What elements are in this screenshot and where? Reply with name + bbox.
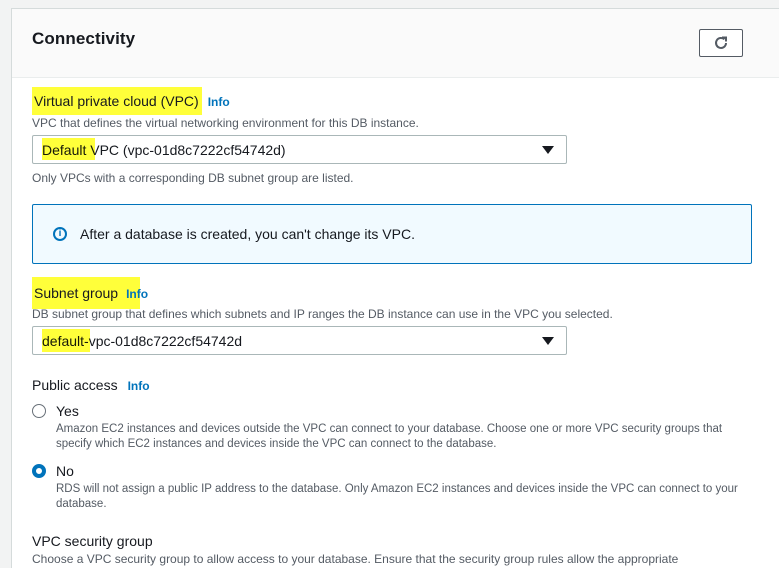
caret-down-icon xyxy=(542,337,554,345)
subnet-label-row: Subnet group Info xyxy=(32,277,148,309)
security-group-label: VPC security group xyxy=(32,533,153,549)
subnet-info-link[interactable]: Info xyxy=(126,287,148,301)
panel-header: Connectivity xyxy=(12,9,779,78)
caret-down-icon xyxy=(542,146,554,154)
section-title: Connectivity xyxy=(32,29,136,48)
public-access-no-description: RDS will not assign a public IP address … xyxy=(56,483,738,510)
alert-text: After a database is created, you can't c… xyxy=(80,226,415,242)
subnet-select[interactable]: default-vpc-01d8c7222cf54742d xyxy=(32,326,567,355)
public-access-info-link[interactable]: Info xyxy=(128,379,150,393)
public-access-no-radio[interactable] xyxy=(32,464,46,478)
public-access-no-label[interactable]: No xyxy=(56,463,74,479)
connectivity-panel: Connectivity Virtual private cloud (VPC)… xyxy=(11,8,779,568)
vpc-label-row: Virtual private cloud (VPC) Info xyxy=(32,87,230,115)
info-icon: i xyxy=(53,227,67,241)
vpc-info-alert: i After a database is created, you can't… xyxy=(32,204,752,264)
vpc-hint: Only VPCs with a corresponding DB subnet… xyxy=(32,171,354,185)
vpc-label: Virtual private cloud (VPC) xyxy=(32,87,202,115)
vpc-description: VPC that defines the virtual networking … xyxy=(32,116,419,130)
subnet-value-highlight xyxy=(42,329,90,352)
vpc-value-highlight xyxy=(42,138,95,160)
refresh-icon xyxy=(715,36,727,49)
public-access-yes-description: Amazon EC2 instances and devices outside… xyxy=(56,423,723,450)
public-access-label-row: Public access Info xyxy=(32,377,150,393)
refresh-button[interactable] xyxy=(699,29,743,57)
security-group-description: Choose a VPC security group to allow acc… xyxy=(32,552,679,566)
subnet-label: Subnet group xyxy=(32,277,141,309)
vpc-select[interactable]: Default VPC (vpc-01d8c7222cf54742d) xyxy=(32,135,567,164)
vpc-info-link[interactable]: Info xyxy=(208,95,230,109)
subnet-description: DB subnet group that defines which subne… xyxy=(32,307,613,321)
public-access-yes-radio[interactable] xyxy=(32,404,46,418)
public-access-yes-label[interactable]: Yes xyxy=(56,403,79,419)
public-access-label: Public access xyxy=(32,377,118,393)
